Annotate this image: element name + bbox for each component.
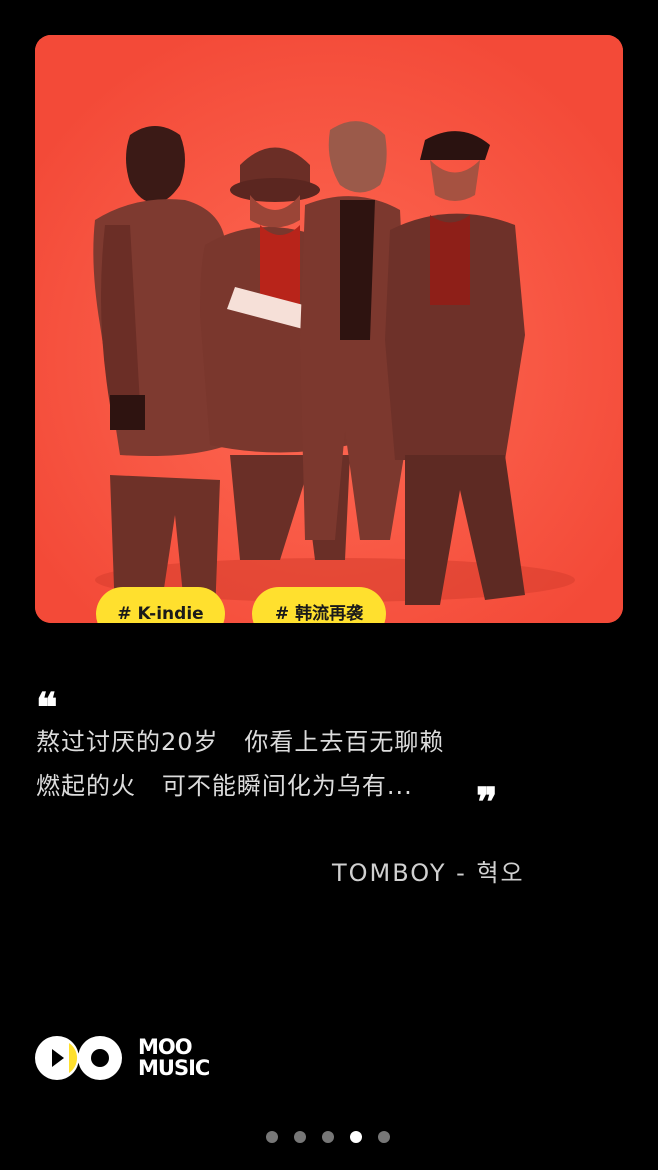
quote-close-icon: ❞ — [476, 779, 498, 826]
band-photo — [35, 35, 623, 623]
pagination-dots — [266, 1131, 390, 1143]
moo-music-logo-icon — [35, 1036, 122, 1080]
album-card[interactable]: # K-indie # 韩流再袭 — [35, 35, 623, 623]
brand-line-1: MOO — [138, 1035, 193, 1059]
tag-hallyu[interactable]: # 韩流再袭 — [252, 587, 386, 623]
pagination-dot[interactable] — [350, 1131, 362, 1143]
pagination-dot[interactable] — [266, 1131, 278, 1143]
pagination-dot[interactable] — [294, 1131, 306, 1143]
lyric-line-1: 熬过讨厌的20岁 你看上去百无聊赖 — [36, 728, 445, 756]
song-credit: TOMBOY - 혁오 — [332, 859, 525, 887]
brand-name: MOO MUSIC — [138, 1035, 210, 1080]
pagination-dot[interactable] — [378, 1131, 390, 1143]
pagination-dot[interactable] — [322, 1131, 334, 1143]
lyric-line-2: 燃起的火 可不能瞬间化为乌有... — [36, 772, 413, 800]
tag-k-indie[interactable]: # K-indie — [96, 587, 225, 623]
brand-line-2: MUSIC — [138, 1056, 210, 1080]
